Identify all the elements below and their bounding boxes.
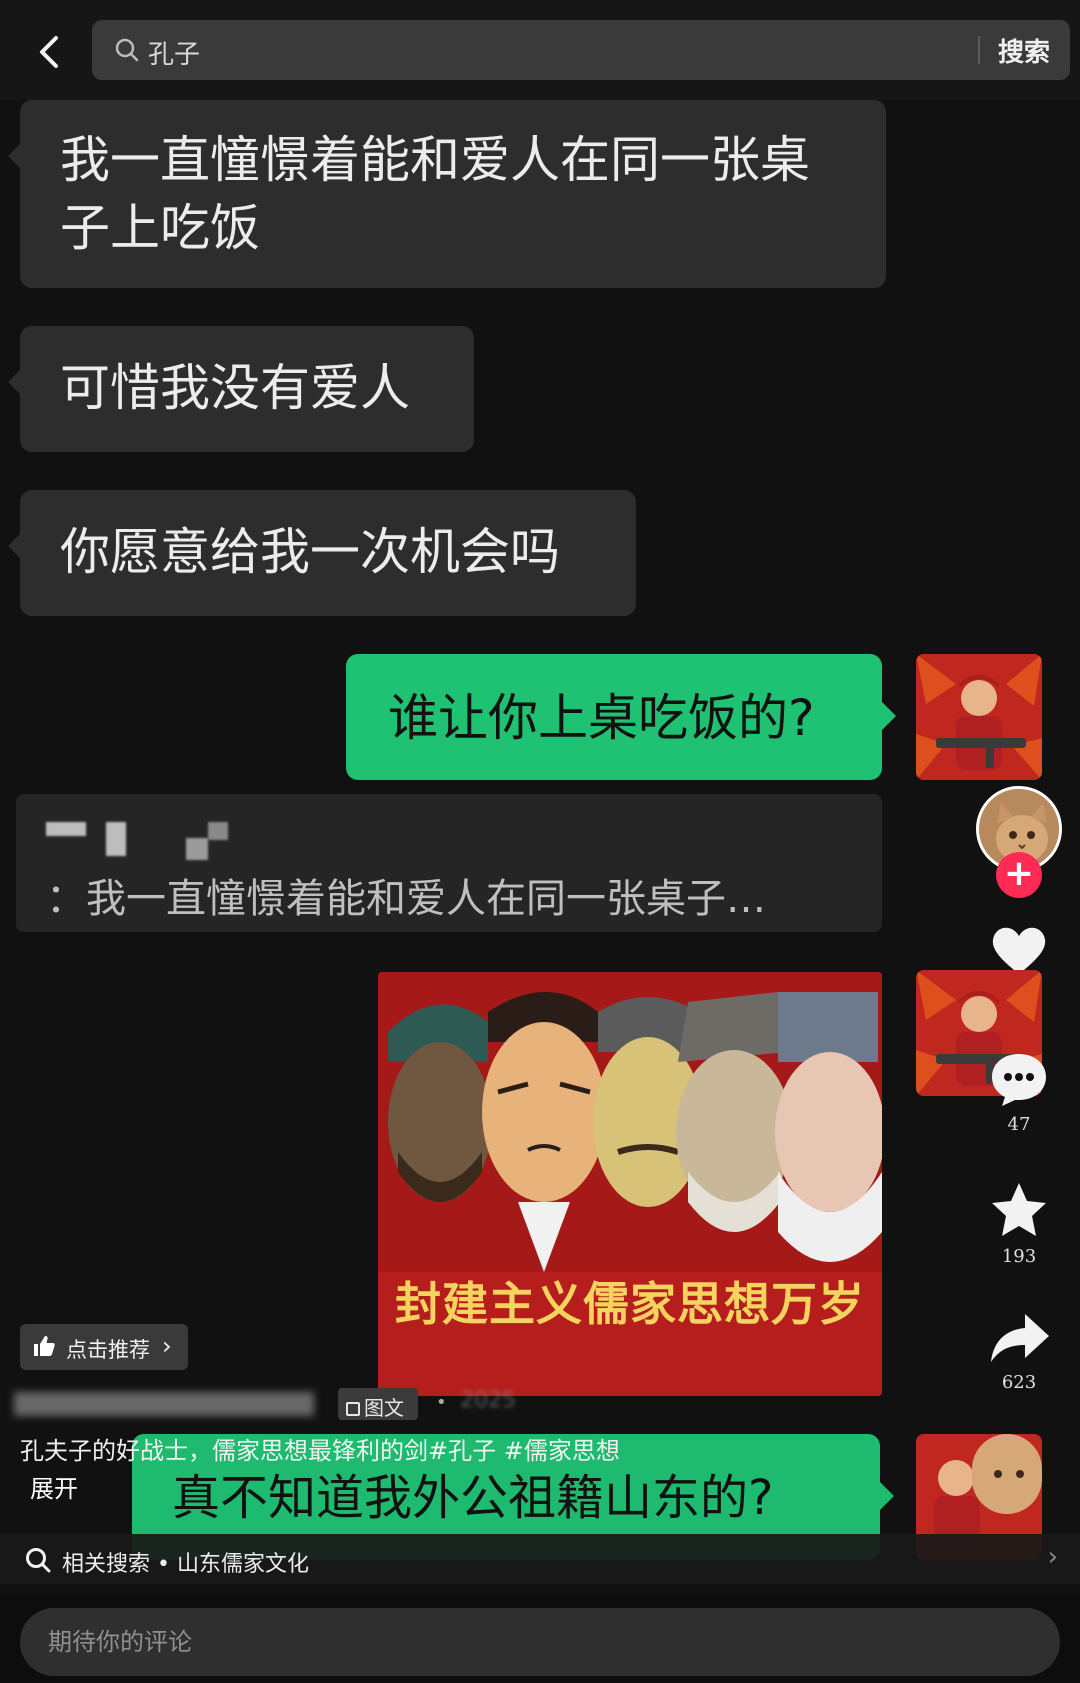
search-divider [978, 36, 980, 64]
chevron-right-icon: › [1047, 1542, 1058, 1572]
chat-bubble-left: 可惜我没有爱人 [8, 326, 474, 452]
related-search-text: 相关搜索 • 山东儒家文化 [62, 1546, 309, 1578]
related-search-bar[interactable]: 相关搜索 • 山东儒家文化 › [0, 1534, 1080, 1584]
chat-bubble-left: 你愿意给我一次机会吗 [8, 490, 636, 616]
quoted-text: ：我一直憧憬着能和爱人在同一张桌子… [46, 876, 766, 922]
share-action[interactable]: 623 [984, 1310, 1054, 1393]
chat-bubble-right: 谁让你上桌吃饭的? [346, 654, 896, 780]
chevron-right-icon: › [162, 1332, 172, 1360]
recommend-button[interactable]: 点击推荐 › [20, 1324, 188, 1370]
blurred-author [14, 1392, 314, 1416]
image-caption: 封建主义儒家思想万岁 [395, 1277, 865, 1331]
blurred-date: 2025 [460, 1388, 516, 1413]
related-label: 相关搜索 [62, 1552, 151, 1577]
comment-icon [992, 1054, 1046, 1106]
post-type-label: 图文 [364, 1396, 404, 1420]
thumbs-up-icon [34, 1336, 55, 1356]
share-count: 623 [1001, 1372, 1037, 1393]
favorite-action[interactable]: 193 [984, 1180, 1054, 1267]
chat-bubble-left: 我一直憧憬着能和爱人在同一张桌子上吃饭 [8, 100, 886, 288]
back-arrow-icon[interactable] [28, 30, 72, 74]
star-icon [992, 1183, 1046, 1236]
follow-button[interactable]: + [996, 852, 1042, 898]
related-term: 山东儒家文化 [177, 1552, 310, 1577]
post-description: 孔夫子的好战士，儒家思想最锋利的剑#孔子 #儒家思想展开 [20, 1432, 620, 1508]
sages-portrait-image [378, 972, 882, 1272]
expand-button[interactable]: 展开 [30, 1475, 78, 1503]
search-input[interactable]: 孔子 搜索 [92, 20, 1070, 80]
search-icon [114, 37, 140, 63]
blurred-username [46, 818, 246, 864]
meta-separator: • [436, 1392, 447, 1413]
search-button[interactable]: 搜索 [998, 32, 1050, 69]
favorite-count: 193 [1001, 1246, 1037, 1267]
description-text: 孔夫子的好战士，儒家思想最锋利的剑#孔子 #儒家思想 [20, 1437, 620, 1465]
recommend-label: 点击推荐 [66, 1338, 150, 1362]
search-icon [26, 1548, 51, 1573]
top-bar: 孔子 搜索 [0, 0, 1080, 100]
comment-input[interactable] [20, 1608, 1060, 1676]
comment-count: 47 [1007, 1114, 1031, 1135]
sender-avatar [916, 654, 1042, 780]
comment-action[interactable]: 47 [984, 1050, 1054, 1135]
related-separator: • [157, 1552, 170, 1577]
image-message[interactable]: 封建主义儒家思想万岁 [378, 972, 882, 1396]
share-icon [991, 1314, 1049, 1362]
search-query: 孔子 [148, 40, 201, 70]
image-text-icon [346, 1402, 360, 1416]
post-type-tag: 图文 [338, 1388, 418, 1420]
